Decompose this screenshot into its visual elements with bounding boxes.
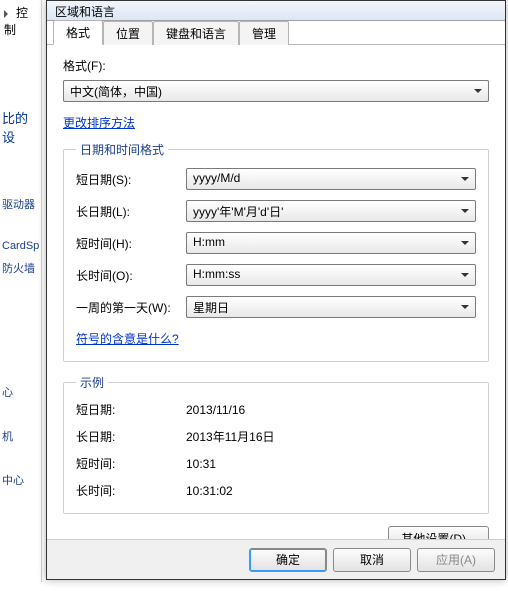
sample-short-time-label: 短时间: bbox=[76, 455, 186, 472]
side-link-firewall[interactable]: 防火墙 bbox=[0, 256, 41, 280]
tab-format[interactable]: 格式 bbox=[53, 20, 103, 45]
sample-long-time-label: 长时间: bbox=[76, 482, 186, 499]
sample-group: 示例 短日期: 2013/11/16 长日期: 2013年11月16日 短时间:… bbox=[63, 374, 489, 514]
tabstrip: 格式 位置 键盘和语言 管理 bbox=[47, 21, 505, 45]
breadcrumb[interactable]: 控制 bbox=[0, 0, 41, 42]
format-label: 格式(F): bbox=[63, 57, 489, 74]
long-time-select[interactable]: H:mm:ss bbox=[186, 264, 476, 286]
side-link-drive[interactable]: 驱动器 bbox=[0, 192, 41, 216]
page-title-fragment: 比的设 bbox=[0, 102, 41, 152]
format-select[interactable]: 中文(简体，中国) bbox=[63, 80, 489, 102]
cancel-button[interactable]: 取消 bbox=[333, 548, 411, 572]
datetime-format-group: 日期和时间格式 短日期(S): yyyy/M/d 长日期(L): yyyy'年'… bbox=[63, 141, 489, 362]
change-sort-link[interactable]: 更改排序方法 bbox=[63, 114, 135, 131]
region-language-dialog: 区域和语言 格式 位置 键盘和语言 管理 格式(F): 中文(简体，中国) 更改… bbox=[46, 0, 506, 580]
chevron-right-icon bbox=[4, 10, 12, 18]
side-link-center2[interactable]: 中心 bbox=[0, 468, 41, 492]
first-day-select[interactable]: 星期日 bbox=[186, 296, 476, 318]
left-panel-fragment: 控制 比的设 驱动器 CardSp 防火墙 心 机 中心 bbox=[0, 0, 42, 582]
apply-button[interactable]: 应用(A) bbox=[417, 548, 495, 572]
tab-page-format: 格式(F): 中文(简体，中国) 更改排序方法 日期和时间格式 短日期(S): … bbox=[47, 45, 505, 591]
side-link-machine[interactable]: 机 bbox=[0, 424, 41, 448]
long-time-label: 长时间(O): bbox=[76, 267, 186, 284]
sample-short-date-value: 2013/11/16 bbox=[186, 403, 476, 417]
short-date-select[interactable]: yyyy/M/d bbox=[186, 168, 476, 190]
sample-long-date-label: 长日期: bbox=[76, 428, 186, 445]
sample-legend: 示例 bbox=[76, 374, 108, 391]
side-link-center1[interactable]: 心 bbox=[0, 380, 41, 404]
first-day-label: 一周的第一天(W): bbox=[76, 299, 186, 316]
short-time-select[interactable]: H:mm bbox=[186, 232, 476, 254]
dialog-footer: 确定 取消 应用(A) bbox=[47, 539, 505, 579]
long-date-label: 长日期(L): bbox=[76, 203, 186, 220]
sample-long-date-value: 2013年11月16日 bbox=[186, 428, 476, 445]
dialog-title: 区域和语言 bbox=[47, 1, 505, 21]
sample-long-time-value: 10:31:02 bbox=[186, 484, 476, 498]
tab-admin[interactable]: 管理 bbox=[239, 21, 289, 45]
short-time-label: 短时间(H): bbox=[76, 235, 186, 252]
ok-button[interactable]: 确定 bbox=[249, 548, 327, 572]
side-link-cardspace[interactable]: CardSp bbox=[0, 236, 41, 256]
symbols-help-link[interactable]: 符号的含意是什么? bbox=[76, 330, 179, 347]
long-date-select[interactable]: yyyy'年'M'月'd'日' bbox=[186, 200, 476, 222]
tab-location[interactable]: 位置 bbox=[103, 21, 153, 45]
tab-keyboard[interactable]: 键盘和语言 bbox=[153, 21, 239, 45]
sample-short-time-value: 10:31 bbox=[186, 457, 476, 471]
datetime-legend: 日期和时间格式 bbox=[76, 141, 168, 158]
short-date-label: 短日期(S): bbox=[76, 171, 186, 188]
sample-short-date-label: 短日期: bbox=[76, 401, 186, 418]
